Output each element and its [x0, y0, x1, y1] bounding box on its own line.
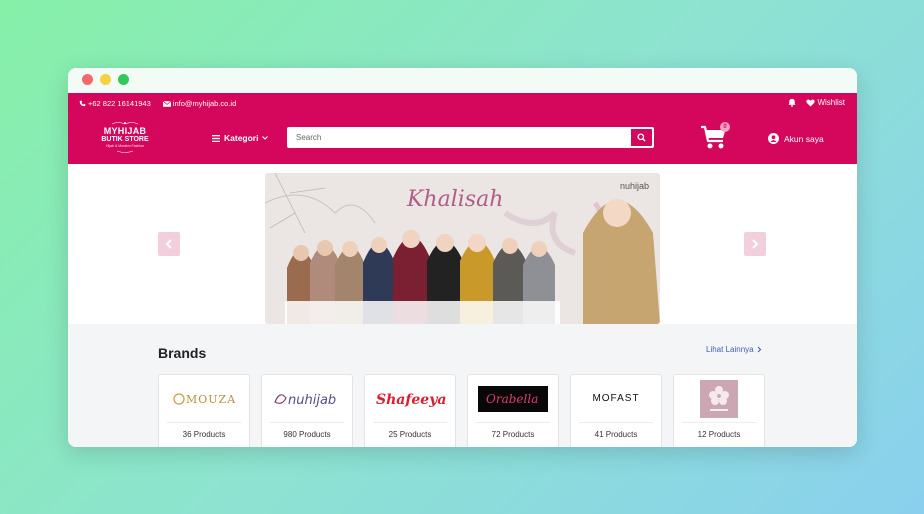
brand-cards: MOUZA 36 Products nuhijab 980 Products S… — [158, 374, 765, 447]
brand-card-orabella[interactable]: Orabella 72 Products — [467, 374, 559, 447]
brands-title: Brands — [158, 345, 207, 361]
brand-card-flower[interactable]: 12 Products — [673, 374, 765, 447]
brand-logo-orabella: Orabella — [476, 375, 550, 423]
banner-brand-script: Khalisah — [406, 187, 503, 212]
carousel-next-button[interactable] — [744, 232, 766, 256]
mail-icon — [162, 100, 171, 107]
svg-text:nuhijab: nuhijab — [288, 393, 336, 408]
cart-count-badge: 0 — [720, 122, 730, 132]
brand-logo-mouza: MOUZA — [167, 375, 241, 423]
account-label: Akun saya — [784, 133, 824, 144]
brand-count-orabella: 72 Products — [491, 430, 535, 439]
logo-ornament-bottom — [99, 149, 151, 154]
user-icon — [768, 133, 779, 144]
search-button[interactable] — [630, 128, 653, 147]
maximize-window-button[interactable] — [118, 74, 129, 85]
site-logo[interactable]: MYHIJAB BUTIK STORE Hijab & Moslem Fashi… — [99, 121, 151, 154]
hero-carousel: Khalisah nuhijab — [68, 164, 857, 324]
wishlist-label: Wishlist — [817, 98, 845, 107]
svg-text:Shafeeya: Shafeeya — [376, 392, 446, 408]
brand-count-mouza: 36 Products — [182, 430, 226, 439]
brand-card-mofast[interactable]: MOFAST 41 Products — [570, 374, 662, 447]
hero-banner[interactable]: Khalisah nuhijab — [265, 173, 660, 324]
see-more-label: Lihat Lainnya — [706, 345, 754, 354]
brand-card-nuhijab[interactable]: nuhijab 980 Products — [261, 374, 353, 447]
phone-number: +62 822 16141943 — [88, 99, 151, 108]
brand-count-shafeeya: 25 Products — [388, 430, 432, 439]
menu-icon — [212, 134, 220, 142]
account-menu[interactable]: Akun saya — [768, 133, 824, 144]
email-address: info@myhijab.co.id — [172, 99, 237, 108]
chevron-right-small-icon — [757, 346, 761, 353]
brand-card-mouza[interactable]: MOUZA 36 Products — [158, 374, 250, 447]
search-icon — [637, 133, 646, 142]
brand-count-mofast: 41 Products — [594, 430, 638, 439]
brands-section: Brands Lihat Lainnya MOUZA 36 Products n… — [68, 324, 857, 447]
chevron-right-icon — [752, 239, 759, 249]
brand-card-shafeeya[interactable]: Shafeeya 25 Products — [364, 374, 456, 447]
search-input[interactable] — [288, 128, 630, 147]
phone-icon — [79, 100, 86, 107]
heart-icon — [806, 98, 816, 107]
see-more-brands-link[interactable]: Lihat Lainnya — [706, 345, 762, 354]
wishlist-link[interactable]: Wishlist — [806, 98, 845, 107]
brand-logo-nuhijab: nuhijab — [270, 375, 344, 423]
cart-button[interactable]: 0 — [700, 122, 730, 151]
svg-text:Orabella: Orabella — [486, 392, 538, 406]
chevron-down-icon — [262, 136, 269, 140]
top-bar: +62 822 16141943 info@myhijab.co.id Wish… — [68, 93, 857, 113]
brand-logo-flower — [682, 375, 756, 423]
logo-line2: BUTIK STORE — [101, 136, 149, 143]
logo-line1: MYHIJAB — [103, 126, 147, 136]
brand-logo-mofast: MOFAST — [579, 375, 653, 423]
brand-count-nuhijab: 980 Products — [283, 430, 331, 439]
search-bar — [287, 127, 654, 148]
kategori-label: Kategori — [224, 133, 259, 143]
kategori-dropdown[interactable]: Kategori — [212, 133, 269, 143]
carousel-prev-button[interactable] — [158, 232, 180, 256]
bell-icon[interactable] — [788, 98, 797, 107]
brand-count-flower: 12 Products — [697, 430, 741, 439]
site-header: +62 822 16141943 info@myhijab.co.id Wish… — [68, 93, 857, 164]
brand-logo-shafeeya: Shafeeya — [373, 375, 447, 423]
svg-text:MOUZA: MOUZA — [186, 393, 236, 406]
main-bar: MYHIJAB BUTIK STORE Hijab & Moslem Fashi… — [68, 113, 857, 164]
email-contact[interactable]: info@myhijab.co.id — [162, 99, 237, 108]
window-titlebar — [68, 68, 857, 93]
browser-window: +62 822 16141943 info@myhijab.co.id Wish… — [68, 68, 857, 447]
chevron-left-icon — [165, 239, 172, 249]
banner-brand-mark: nuhijab — [620, 181, 649, 191]
logo-tagline: Hijab & Moslem Fashion — [106, 144, 144, 148]
minimize-window-button[interactable] — [100, 74, 111, 85]
close-window-button[interactable] — [82, 74, 93, 85]
phone-contact[interactable]: +62 822 16141943 — [79, 99, 151, 108]
